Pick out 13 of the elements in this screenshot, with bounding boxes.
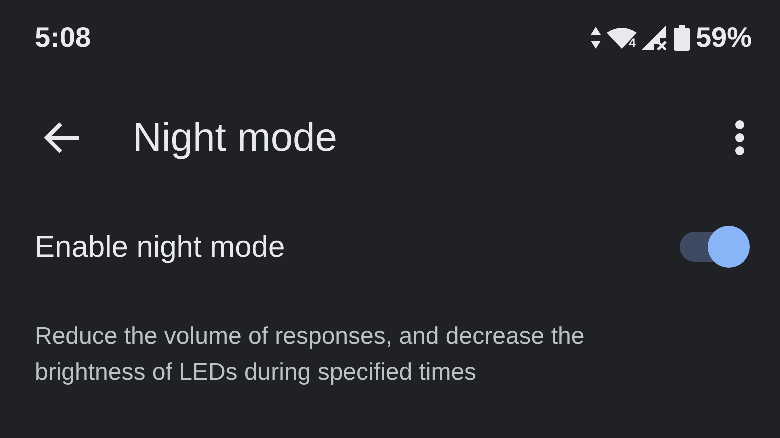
battery-icon (674, 25, 690, 51)
back-arrow-icon (43, 122, 81, 154)
cellular-signal-icon (642, 26, 668, 50)
status-time: 5:08 (35, 21, 92, 55)
battery-percentage: 59% (696, 21, 752, 55)
more-options-icon (735, 120, 745, 156)
wifi-label: 4 (629, 37, 636, 49)
night-mode-toggle[interactable] (678, 224, 750, 270)
page-title: Night mode (133, 115, 339, 162)
data-arrows-icon (591, 27, 602, 49)
setting-label: Enable night mode (35, 230, 286, 266)
setting-description: Reduce the volume of responses, and decrease the brightness of LEDs during specified times (34, 322, 586, 388)
wifi-icon (607, 27, 638, 49)
